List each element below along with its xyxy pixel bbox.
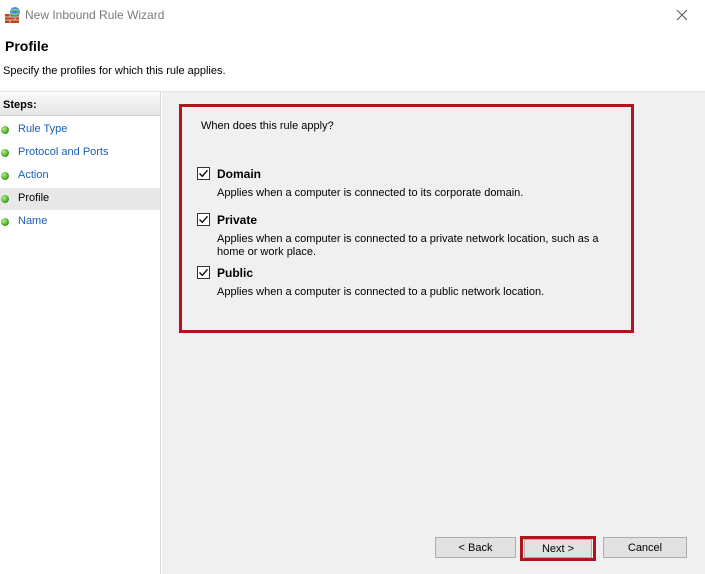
step-label: Profile <box>18 192 50 204</box>
wizard-content: When does this rule apply? Domain Applie… <box>162 92 705 574</box>
steps-heading-label: Steps: <box>3 99 37 111</box>
private-label[interactable]: Private <box>217 213 257 227</box>
public-label[interactable]: Public <box>217 266 253 280</box>
step-label: Rule Type <box>18 123 68 135</box>
domain-checkbox[interactable] <box>197 167 210 180</box>
step-protocol-and-ports[interactable]: Protocol and Ports <box>0 142 160 164</box>
public-description: Applies when a computer is connected to … <box>217 286 545 298</box>
next-button[interactable]: Next > <box>524 539 592 558</box>
window-title: New Inbound Rule Wizard <box>25 8 165 22</box>
green-dot-icon <box>1 126 9 134</box>
green-dot-icon <box>1 172 9 180</box>
green-dot-icon <box>1 149 9 157</box>
step-profile: Profile <box>0 188 160 210</box>
title-bar: New Inbound Rule Wizard <box>0 0 705 30</box>
page-subtitle: Specify the profiles for which this rule… <box>3 65 226 77</box>
step-label: Action <box>18 169 49 181</box>
step-label: Protocol and Ports <box>18 146 109 158</box>
step-rule-type[interactable]: Rule Type <box>0 119 160 141</box>
step-name[interactable]: Name <box>0 211 160 233</box>
wizard-header: Profile Specify the profiles for which t… <box>0 30 705 92</box>
page-title: Profile <box>5 38 49 54</box>
domain-description: Applies when a computer is connected to … <box>217 187 524 199</box>
domain-label[interactable]: Domain <box>217 167 261 181</box>
checkmark-icon <box>199 268 208 277</box>
step-label: Name <box>18 215 48 227</box>
checkmark-icon <box>199 169 208 178</box>
back-button[interactable]: < Back <box>435 537 516 558</box>
next-button-highlight: Next > <box>520 536 596 561</box>
close-icon <box>676 9 688 21</box>
private-checkbox[interactable] <box>197 213 210 226</box>
step-action[interactable]: Action <box>0 165 160 187</box>
public-checkbox[interactable] <box>197 266 210 279</box>
close-button[interactable] <box>659 0 705 30</box>
steps-heading: Steps: <box>0 94 160 116</box>
green-dot-icon <box>1 195 9 203</box>
firewall-icon <box>5 7 20 23</box>
cancel-button[interactable]: Cancel <box>603 537 687 558</box>
steps-sidebar: Steps: Rule Type Protocol and Ports Acti… <box>0 92 161 574</box>
question-label: When does this rule apply? <box>201 120 334 132</box>
checkmark-icon <box>199 215 208 224</box>
green-dot-icon <box>1 218 9 226</box>
profile-options-highlight: When does this rule apply? Domain Applie… <box>179 104 634 333</box>
private-description: Applies when a computer is connected to … <box>217 233 599 258</box>
